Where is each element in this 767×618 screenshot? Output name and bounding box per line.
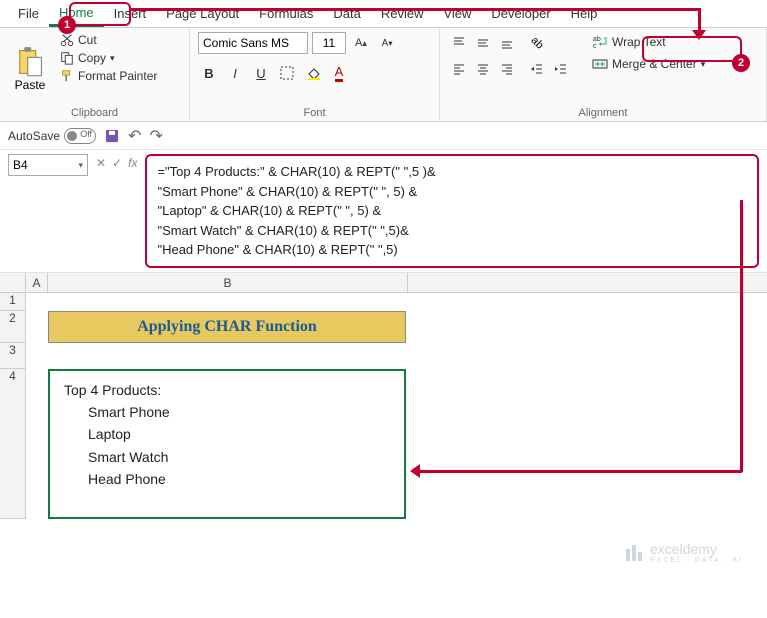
row-header-4[interactable]: 4 bbox=[0, 369, 25, 519]
font-size-select[interactable] bbox=[312, 32, 346, 54]
row-header-2[interactable]: 2 bbox=[0, 311, 25, 343]
tab-review[interactable]: Review bbox=[371, 2, 434, 25]
align-right-icon bbox=[500, 62, 514, 76]
worksheet-grid[interactable]: A B 1 2 3 4 Applying CHAR Function Top 4… bbox=[0, 273, 767, 519]
alignment-group-label: Alignment bbox=[448, 105, 758, 119]
align-left-button[interactable] bbox=[448, 58, 470, 80]
align-bottom-button[interactable] bbox=[496, 32, 518, 54]
format-painter-button[interactable]: Format Painter bbox=[58, 68, 159, 84]
copy-button[interactable]: Copy ▾ bbox=[58, 50, 159, 66]
row-header-3[interactable]: 3 bbox=[0, 343, 25, 369]
decrease-font-button[interactable]: A▾ bbox=[376, 32, 398, 54]
tab-file[interactable]: File bbox=[8, 2, 49, 25]
bold-button[interactable]: B bbox=[198, 62, 220, 84]
brush-icon bbox=[60, 69, 74, 83]
fx-icon[interactable]: fx bbox=[128, 156, 137, 170]
tab-data[interactable]: Data bbox=[323, 2, 370, 25]
align-top-icon bbox=[452, 36, 466, 50]
align-center-icon bbox=[476, 62, 490, 76]
annotation-arrow-2h bbox=[420, 470, 742, 473]
paste-label: Paste bbox=[15, 78, 46, 92]
cell-b2[interactable]: Applying CHAR Function bbox=[48, 311, 406, 343]
increase-indent-button[interactable] bbox=[550, 58, 572, 80]
b4-heading: Top 4 Products: bbox=[64, 379, 390, 401]
italic-button[interactable]: I bbox=[224, 62, 246, 84]
annotation-arrowhead-2 bbox=[410, 464, 420, 478]
align-middle-button[interactable] bbox=[472, 32, 494, 54]
orientation-button[interactable]: ab bbox=[526, 32, 548, 54]
align-bottom-icon bbox=[500, 36, 514, 50]
cancel-formula-icon[interactable]: ✕ bbox=[96, 156, 106, 170]
formula-bar[interactable]: ="Top 4 Products:" & CHAR(10) & REPT(" "… bbox=[145, 154, 759, 268]
column-header-a[interactable]: A bbox=[26, 273, 48, 292]
decrease-indent-button[interactable] bbox=[526, 58, 548, 80]
annotation-home-tab bbox=[69, 2, 131, 26]
paste-button[interactable]: Paste bbox=[8, 32, 52, 105]
b4-item: Smart Phone bbox=[64, 401, 390, 423]
annotation-arrow-2v bbox=[740, 200, 743, 472]
annotation-arrow-1v bbox=[698, 8, 701, 32]
increase-font-button[interactable]: A▴ bbox=[350, 32, 372, 54]
bucket-icon bbox=[306, 66, 320, 80]
annotation-marker-2: 2 bbox=[732, 54, 750, 72]
tab-page-layout[interactable]: Page Layout bbox=[156, 2, 249, 25]
annotation-arrowhead-1 bbox=[692, 30, 706, 40]
row-header-1[interactable]: 1 bbox=[0, 293, 25, 311]
svg-text:c: c bbox=[593, 43, 597, 50]
enter-formula-icon[interactable]: ✓ bbox=[112, 156, 122, 170]
cell-b4[interactable]: Top 4 Products: Smart Phone Laptop Smart… bbox=[48, 369, 406, 519]
save-icon[interactable] bbox=[104, 128, 120, 144]
annotation-marker-1: 1 bbox=[58, 16, 76, 34]
cut-button[interactable]: Cut bbox=[58, 32, 159, 48]
wrap-text-icon: abc bbox=[592, 34, 608, 50]
autosave-label: AutoSave bbox=[8, 129, 60, 143]
align-left-icon bbox=[452, 62, 466, 76]
indent-icon bbox=[554, 62, 568, 76]
quick-access-toolbar: AutoSave Off ↶ ↷ bbox=[0, 122, 767, 150]
watermark-icon bbox=[624, 543, 644, 563]
tab-view[interactable]: View bbox=[433, 2, 481, 25]
border-icon bbox=[280, 66, 294, 80]
redo-button[interactable]: ↷ bbox=[149, 126, 162, 146]
font-name-select[interactable] bbox=[198, 32, 308, 54]
fill-color-button[interactable] bbox=[302, 62, 324, 84]
copy-icon bbox=[60, 51, 74, 65]
paste-icon bbox=[16, 46, 44, 78]
font-color-button[interactable]: A bbox=[328, 62, 350, 84]
autosave-toggle[interactable]: Off bbox=[64, 128, 96, 144]
svg-text:ab: ab bbox=[593, 36, 601, 43]
b4-item: Head Phone bbox=[64, 468, 390, 490]
tab-formulas[interactable]: Formulas bbox=[249, 2, 323, 25]
borders-button[interactable] bbox=[276, 62, 298, 84]
underline-button[interactable]: U bbox=[250, 62, 272, 84]
align-top-button[interactable] bbox=[448, 32, 470, 54]
align-center-button[interactable] bbox=[472, 58, 494, 80]
align-right-button[interactable] bbox=[496, 58, 518, 80]
merge-icon bbox=[592, 56, 608, 72]
b4-item: Smart Watch bbox=[64, 446, 390, 468]
annotation-arrow-1 bbox=[130, 8, 700, 11]
clipboard-group-label: Clipboard bbox=[8, 105, 181, 119]
scissors-icon bbox=[60, 33, 74, 47]
outdent-icon bbox=[530, 62, 544, 76]
undo-button[interactable]: ↶ bbox=[128, 126, 141, 146]
watermark: exceldemy EXCEL · DATA · BI bbox=[624, 541, 743, 564]
name-box[interactable]: B4 ▾ bbox=[8, 154, 88, 176]
align-middle-icon bbox=[476, 36, 490, 50]
font-group-label: Font bbox=[198, 105, 431, 119]
column-header-b[interactable]: B bbox=[48, 273, 408, 292]
tab-help[interactable]: Help bbox=[561, 2, 608, 25]
tab-developer[interactable]: Developer bbox=[481, 2, 560, 25]
formula-bar-row: B4 ▾ ✕ ✓ fx ="Top 4 Products:" & CHAR(10… bbox=[0, 150, 767, 273]
b4-item: Laptop bbox=[64, 423, 390, 445]
